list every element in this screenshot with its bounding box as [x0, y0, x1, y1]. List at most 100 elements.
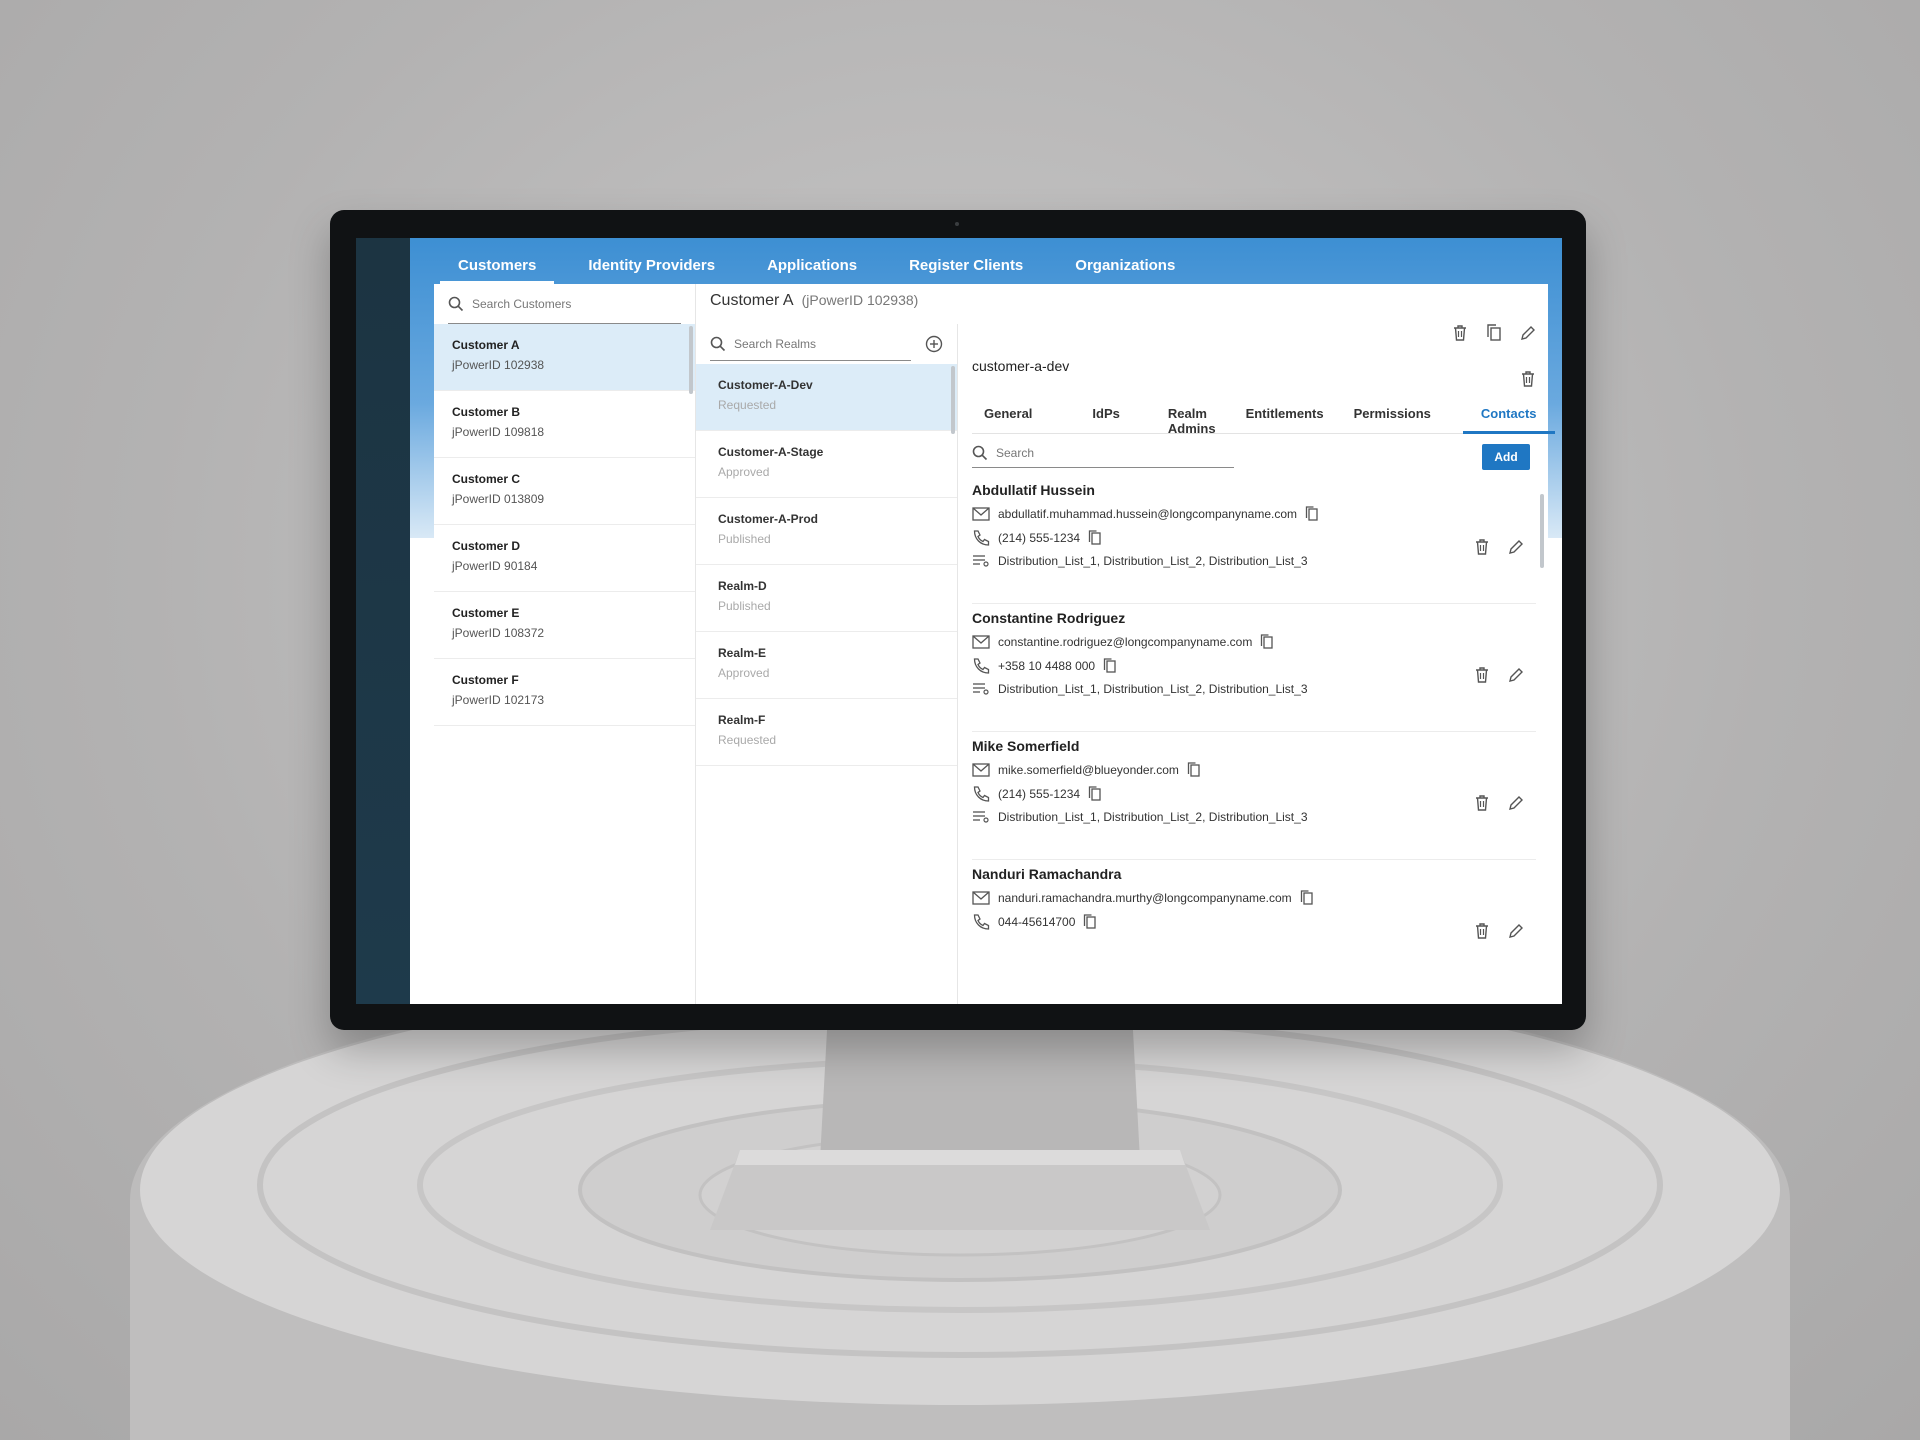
realm-detail-panel: customer-a-dev General IdPs Realm Admins…: [958, 324, 1555, 1004]
contact-phone-row: 044-45614700: [972, 914, 1536, 930]
copy-icon[interactable]: [1300, 890, 1314, 906]
trash-icon[interactable]: [1474, 922, 1490, 940]
realm-title: customer-a-dev: [972, 358, 1070, 374]
realm-list-item[interactable]: Customer-A-Prod Published: [696, 498, 957, 565]
realms-scrollbar[interactable]: [951, 366, 955, 434]
copy-icon[interactable]: [1486, 324, 1502, 342]
customer-search-input[interactable]: Search Customers: [448, 284, 681, 324]
realm-list-item[interactable]: Customer-A-Dev Requested: [696, 364, 957, 431]
realm-list-item[interactable]: Realm-D Published: [696, 565, 957, 632]
tab-entitlements[interactable]: Entitlements: [1234, 396, 1336, 433]
realm-name: Customer-A-Dev: [718, 378, 813, 392]
contact-card: Constantine Rodriguez constantine.rodrig…: [972, 604, 1536, 732]
customer-name: Customer E: [452, 606, 520, 620]
customer-search-placeholder: Search Customers: [472, 296, 572, 311]
customer-name: Customer C: [452, 472, 521, 486]
customers-scrollbar[interactable]: [689, 326, 693, 394]
contact-lists: Distribution_List_1, Distribution_List_2…: [998, 810, 1308, 824]
customer-name: Customer B: [452, 405, 521, 419]
copy-icon[interactable]: [1260, 634, 1274, 650]
tab-general[interactable]: General: [972, 396, 1044, 433]
trash-icon[interactable]: [1474, 794, 1490, 812]
trash-icon[interactable]: [1474, 666, 1490, 684]
contact-name: Mike Somerfield: [972, 738, 1080, 754]
trash-icon[interactable]: [1452, 324, 1468, 342]
customers-column: Search Customers Customer A jPowerID 102…: [434, 284, 696, 1004]
customer-id: jPowerID 90184: [452, 559, 538, 573]
copy-icon[interactable]: [1083, 914, 1097, 930]
customer-id: jPowerID 013809: [452, 492, 545, 506]
copy-icon[interactable]: [1088, 786, 1102, 802]
detail-actions: [1452, 324, 1536, 342]
customer-list-item[interactable]: Customer F jPowerID 102173: [434, 659, 695, 726]
contact-actions: [1474, 538, 1524, 556]
mail-icon: [972, 635, 990, 649]
contact-lists: Distribution_List_1, Distribution_List_2…: [998, 554, 1308, 568]
tab-applications[interactable]: Applications: [749, 257, 875, 284]
copy-icon[interactable]: [1187, 762, 1201, 778]
tab-identity-providers[interactable]: Identity Providers: [570, 257, 733, 284]
trash-icon[interactable]: [1474, 538, 1490, 556]
tab-organizations[interactable]: Organizations: [1057, 257, 1193, 284]
contact-lists-row: Distribution_List_1, Distribution_List_2…: [972, 810, 1536, 824]
customer-id: jPowerID 109818: [452, 425, 545, 439]
customer-list-item[interactable]: Customer C jPowerID 013809: [434, 458, 695, 525]
search-icon: [710, 336, 726, 352]
customer-list-item[interactable]: Customer A jPowerID 102938: [434, 324, 695, 391]
contact-actions: [1474, 794, 1524, 812]
customer-id: jPowerID 108372: [452, 626, 545, 640]
realm-status: Approved: [718, 465, 770, 479]
add-contact-button[interactable]: Add: [1482, 444, 1530, 470]
realm-status: Published: [718, 599, 771, 613]
phone-icon: [972, 914, 990, 930]
realm-name: Realm-F: [718, 713, 766, 727]
edit-icon[interactable]: [1508, 538, 1524, 556]
contact-search-input[interactable]: Search: [972, 438, 1234, 468]
contacts-scrollbar[interactable]: [1540, 494, 1544, 568]
tab-customers[interactable]: Customers: [440, 257, 555, 284]
contact-phone: 044-45614700: [998, 915, 1076, 929]
tab-realm-admins[interactable]: Realm Admins: [1156, 396, 1228, 436]
realm-search-input[interactable]: Search Realms: [710, 327, 911, 361]
customer-list-item[interactable]: Customer E jPowerID 108372: [434, 592, 695, 659]
edit-icon[interactable]: [1508, 666, 1524, 684]
realm-tabs: General IdPs Realm Admins Entitlements P…: [972, 396, 1555, 436]
contact-name: Constantine Rodriguez: [972, 610, 1126, 626]
customer-list-item[interactable]: Customer B jPowerID 109818: [434, 391, 695, 458]
realm-status: Approved: [718, 666, 770, 680]
contact-phone: (214) 555-1234: [998, 531, 1081, 545]
contact-card: Abdullatif Hussein abdullatif.muhammad.h…: [972, 476, 1536, 604]
realms-column: Search Realms Customer-A-Dev Requested C…: [696, 324, 958, 1004]
edit-icon[interactable]: [1520, 324, 1536, 342]
add-circle-icon[interactable]: [925, 335, 943, 353]
copy-icon[interactable]: [1088, 530, 1102, 546]
contact-actions: [1474, 922, 1524, 940]
realm-list-item[interactable]: Realm-E Approved: [696, 632, 957, 699]
list-icon: [972, 554, 990, 568]
edit-icon[interactable]: [1508, 922, 1524, 940]
contact-email-row: constantine.rodriguez@longcompanyname.co…: [972, 634, 1536, 650]
realm-list-item[interactable]: Realm-F Requested: [696, 699, 957, 766]
mail-icon: [972, 507, 990, 521]
contact-phone: +358 10 4488 000: [998, 659, 1096, 673]
edit-icon[interactable]: [1508, 794, 1524, 812]
realm-search-placeholder: Search Realms: [734, 336, 817, 351]
tab-permissions[interactable]: Permissions: [1342, 396, 1443, 433]
left-rail: [356, 238, 410, 1004]
copy-icon[interactable]: [1103, 658, 1117, 674]
tab-register-clients[interactable]: Register Clients: [891, 257, 1041, 284]
tab-idps[interactable]: IdPs: [1080, 396, 1131, 433]
mail-icon: [972, 763, 990, 777]
contact-card: Nanduri Ramachandra nanduri.ramachandra.…: [972, 860, 1536, 988]
tab-contacts[interactable]: Contacts: [1462, 396, 1555, 434]
copy-icon[interactable]: [1305, 506, 1319, 522]
customer-list-item[interactable]: Customer D jPowerID 90184: [434, 525, 695, 592]
trash-icon[interactable]: [1520, 370, 1536, 388]
customer-name: Customer D: [452, 539, 521, 553]
page-title: Customer A (jPowerID 102938): [710, 292, 918, 310]
contacts-list: Abdullatif Hussein abdullatif.muhammad.h…: [972, 476, 1536, 988]
realm-list-item[interactable]: Customer-A-Stage Approved: [696, 431, 957, 498]
contact-phone-row: (214) 555-1234: [972, 530, 1536, 546]
contact-email: nanduri.ramachandra.murthy@longcompanyna…: [998, 891, 1292, 905]
realm-name: Realm-E: [718, 646, 767, 660]
